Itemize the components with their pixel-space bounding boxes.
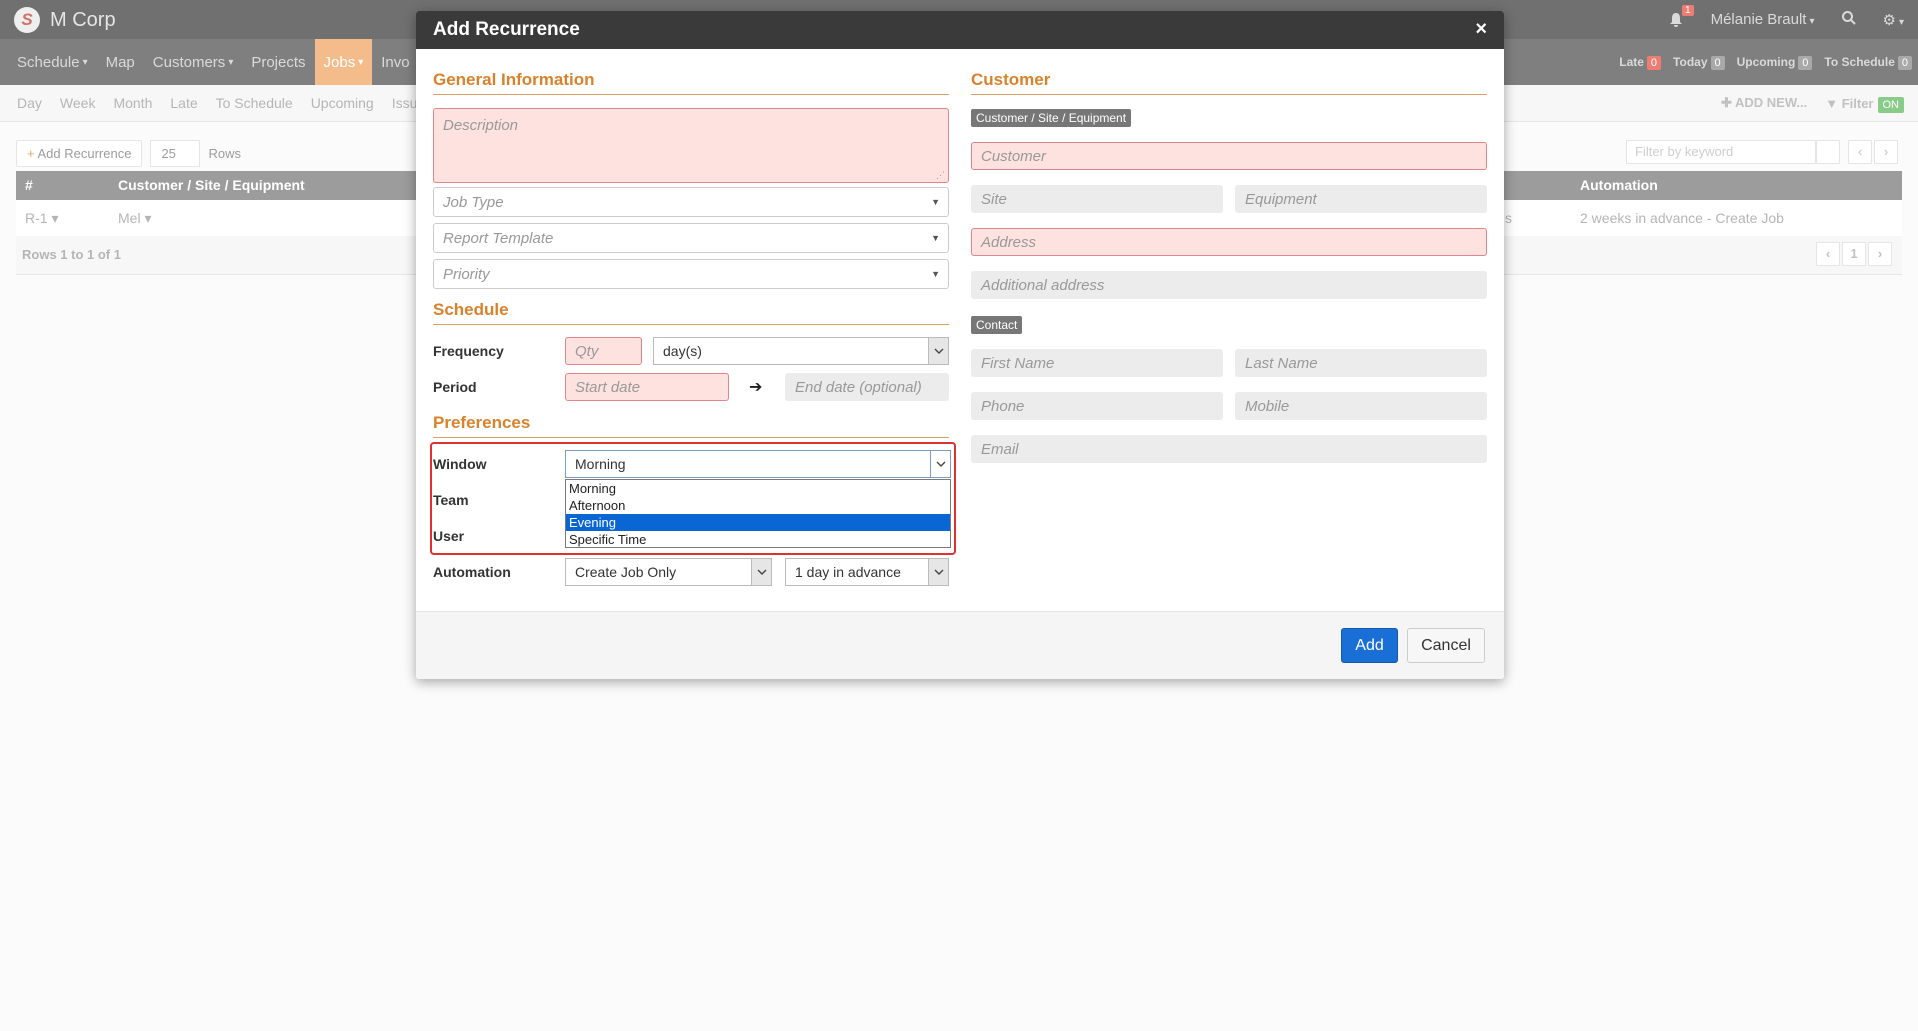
schedule-title: Schedule: [433, 300, 509, 319]
description-textarea[interactable]: Description ⋰: [433, 108, 949, 183]
last-name-placeholder: Last Name: [1245, 354, 1318, 372]
add-button[interactable]: Add: [1341, 628, 1398, 663]
modal-header: Add Recurrence ×: [416, 11, 1504, 49]
frequency-unit-select[interactable]: day(s): [653, 337, 949, 365]
customer-site-equipment-tag: Customer / Site / Equipment: [971, 109, 1132, 127]
priority-placeholder: Priority: [443, 265, 490, 283]
site-placeholder: Site: [981, 190, 1007, 208]
email-placeholder: Email: [981, 440, 1019, 458]
modal-footer: Add Cancel: [416, 611, 1504, 679]
automation-label: Automation: [433, 564, 511, 580]
section-divider: [433, 437, 949, 438]
automation-value: Create Job Only: [575, 564, 677, 580]
mobile-placeholder: Mobile: [1245, 397, 1290, 415]
advance-select[interactable]: 1 day in advance: [785, 558, 949, 586]
qty-placeholder: Qty: [575, 342, 599, 360]
first-name-placeholder: First Name: [981, 354, 1055, 372]
frequency-unit-value: day(s): [663, 343, 702, 359]
arrow-right-icon: ➔: [749, 379, 763, 396]
cancel-button[interactable]: Cancel: [1407, 628, 1485, 663]
period-label: Period: [433, 379, 477, 395]
start-date-input[interactable]: Start date: [565, 373, 729, 401]
last-name-input[interactable]: Last Name: [1235, 349, 1487, 377]
chevron-down-icon: [928, 338, 948, 364]
additional-address-placeholder: Additional address: [981, 276, 1105, 294]
advance-value: 1 day in advance: [795, 564, 901, 580]
end-date-input[interactable]: End date (optional): [785, 373, 949, 401]
report-template-select[interactable]: Report Template ▼: [433, 223, 949, 253]
resize-grip-icon[interactable]: ⋰: [936, 170, 945, 181]
section-divider: [433, 324, 949, 325]
description-placeholder: Description: [443, 117, 519, 134]
customer-input[interactable]: Customer: [971, 142, 1487, 170]
end-date-placeholder: End date (optional): [795, 378, 922, 396]
frequency-label: Frequency: [433, 343, 504, 359]
caret-down-icon: ▼: [931, 233, 940, 243]
preferences-title: Preferences: [433, 413, 531, 432]
caret-down-icon: ▼: [931, 197, 940, 207]
start-date-placeholder: Start date: [575, 378, 641, 396]
modal-title: Add Recurrence: [433, 19, 580, 40]
window-options-list[interactable]: Morning Afternoon Evening Specific Time: [565, 479, 951, 548]
equipment-placeholder: Equipment: [1245, 190, 1317, 208]
general-info-title: General Information: [433, 70, 595, 89]
chevron-down-icon: [751, 559, 771, 585]
window-option-evening[interactable]: Evening: [566, 514, 950, 531]
equipment-input[interactable]: Equipment: [1235, 185, 1487, 213]
section-divider: [433, 94, 949, 95]
phone-placeholder: Phone: [981, 397, 1025, 415]
window-option-morning[interactable]: Morning: [566, 480, 950, 497]
site-input[interactable]: Site: [971, 185, 1223, 213]
additional-address-input[interactable]: Additional address: [971, 271, 1487, 299]
window-option-afternoon[interactable]: Afternoon: [566, 497, 950, 514]
caret-down-icon: ▼: [931, 269, 940, 279]
automation-select[interactable]: Create Job Only: [565, 558, 772, 586]
contact-tag: Contact: [971, 316, 1023, 334]
address-input[interactable]: Address: [971, 228, 1487, 256]
close-icon[interactable]: ×: [1475, 18, 1487, 41]
chevron-down-icon: [928, 559, 948, 585]
address-placeholder: Address: [981, 233, 1037, 251]
window-option-specific-time[interactable]: Specific Time: [566, 531, 950, 548]
add-recurrence-modal: Add Recurrence × General Information Des…: [416, 11, 1504, 679]
email-input[interactable]: Email: [971, 435, 1487, 463]
mobile-input[interactable]: Mobile: [1235, 392, 1487, 420]
job-type-placeholder: Job Type: [443, 193, 504, 211]
report-template-placeholder: Report Template: [443, 229, 554, 247]
job-type-select[interactable]: Job Type ▼: [433, 187, 949, 217]
section-divider: [971, 94, 1487, 95]
customer-section-title: Customer: [971, 70, 1051, 89]
customer-placeholder: Customer: [981, 147, 1047, 165]
first-name-input[interactable]: First Name: [971, 349, 1223, 377]
qty-input[interactable]: Qty: [565, 337, 642, 365]
priority-select[interactable]: Priority ▼: [433, 259, 949, 289]
phone-input[interactable]: Phone: [971, 392, 1223, 420]
